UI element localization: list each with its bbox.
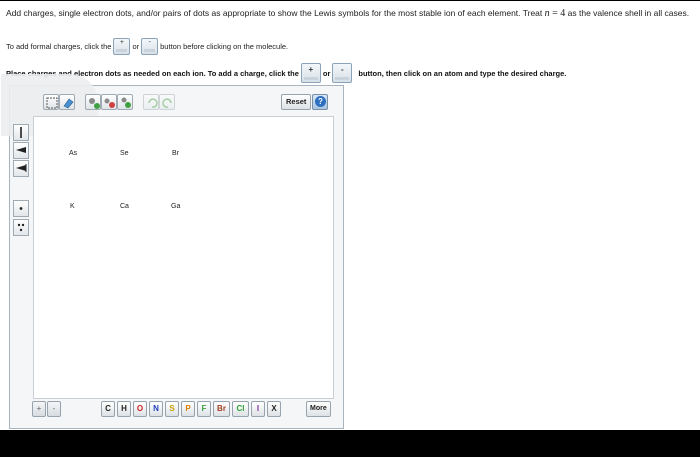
element-button-o[interactable]: O xyxy=(133,401,147,417)
instruction-text-end: as the valence shell in all cases. xyxy=(565,8,690,18)
redo-button[interactable] xyxy=(159,94,175,110)
eraser-tool[interactable] xyxy=(59,94,75,110)
instruction-text: Add charges, single electron dots, and/o… xyxy=(6,8,545,18)
top-border xyxy=(0,0,700,1)
help-button[interactable]: ? xyxy=(312,94,328,110)
single-bond-icon xyxy=(20,127,22,138)
element-button-c[interactable]: C xyxy=(101,401,115,417)
bottom-plus-button[interactable]: + xyxy=(32,401,46,417)
element-button-p[interactable]: P xyxy=(181,401,195,417)
element-button-s[interactable]: S xyxy=(165,401,179,417)
element-button-f[interactable]: F xyxy=(197,401,211,417)
single-dot-icon xyxy=(19,207,23,210)
atom-ga[interactable]: Ga xyxy=(171,203,180,210)
paste-tool[interactable] xyxy=(117,94,133,110)
element-button-h[interactable]: H xyxy=(117,401,131,417)
instruction-line-2: To add formal charges, click the + or - … xyxy=(6,38,288,55)
atom-ca[interactable]: Ca xyxy=(120,203,129,210)
atom-as[interactable]: As xyxy=(69,150,77,157)
reset-button[interactable]: Reset xyxy=(281,94,312,110)
formal-charge-text-end: button before clicking on the molecule. xyxy=(160,42,289,51)
instruction-line-3: Place charges and electron dots as neede… xyxy=(6,63,566,83)
select-tool[interactable] xyxy=(43,94,59,110)
element-button-cl[interactable]: Cl xyxy=(232,401,249,417)
double-bond-tool[interactable] xyxy=(13,142,29,159)
copy-icon xyxy=(89,98,100,109)
triple-bond-icon xyxy=(16,164,27,172)
formal-charge-text: To add formal charges, click the xyxy=(6,42,112,51)
plus-icon: + xyxy=(308,65,314,74)
minus-icon: - xyxy=(148,39,151,46)
molecule-editor: Reset ? As Se Br K Ca Ga + - C H O N S P F Br Cl… xyxy=(1,74,344,429)
instruction-line-1: Add charges, single electron dots, and/o… xyxy=(6,8,689,19)
electron-pair-tool[interactable] xyxy=(13,219,29,236)
atom-br[interactable]: Br xyxy=(172,150,179,157)
electron-pair-icon xyxy=(17,223,25,232)
single-bond-tool[interactable] xyxy=(13,124,29,141)
charge-plus-button[interactable]: + xyxy=(300,63,321,83)
formal-plus-button[interactable]: + xyxy=(113,38,131,55)
select-icon xyxy=(46,97,58,109)
copy-tool[interactable] xyxy=(85,94,101,110)
footer-bar xyxy=(0,430,700,457)
more-elements-button[interactable]: More xyxy=(306,401,331,417)
eraser-icon xyxy=(63,98,74,109)
triple-bond-tool[interactable] xyxy=(13,160,29,177)
help-icon: ? xyxy=(315,96,326,107)
element-button-br[interactable]: Br xyxy=(213,401,230,417)
or-text: or xyxy=(132,42,140,51)
atom-se[interactable]: Se xyxy=(120,150,129,157)
cut-tool[interactable] xyxy=(101,94,117,110)
paste-icon xyxy=(121,97,131,108)
element-button-x[interactable]: X xyxy=(267,401,281,417)
element-button-n[interactable]: N xyxy=(149,401,163,417)
atom-k[interactable]: K xyxy=(70,203,75,210)
plus-icon: + xyxy=(119,39,125,46)
single-dot-tool[interactable] xyxy=(13,200,29,217)
minus-icon: - xyxy=(341,65,344,74)
drawing-canvas[interactable]: As Se Br K Ca Ga xyxy=(33,116,334,399)
charge-minus-button[interactable]: - xyxy=(332,63,353,83)
math-equals-4: = 4 xyxy=(549,8,566,19)
cut-icon xyxy=(104,98,115,108)
element-button-i[interactable]: I xyxy=(251,401,265,417)
undo-button[interactable] xyxy=(143,94,159,110)
or-text: or xyxy=(322,68,331,78)
place-charges-text-end: button, then click on an atom and type t… xyxy=(358,68,567,78)
formal-minus-button[interactable]: - xyxy=(141,38,159,55)
bottom-minus-button[interactable]: - xyxy=(47,401,61,417)
redo-icon xyxy=(162,98,172,108)
double-bond-icon xyxy=(16,147,26,153)
undo-icon xyxy=(148,98,158,108)
